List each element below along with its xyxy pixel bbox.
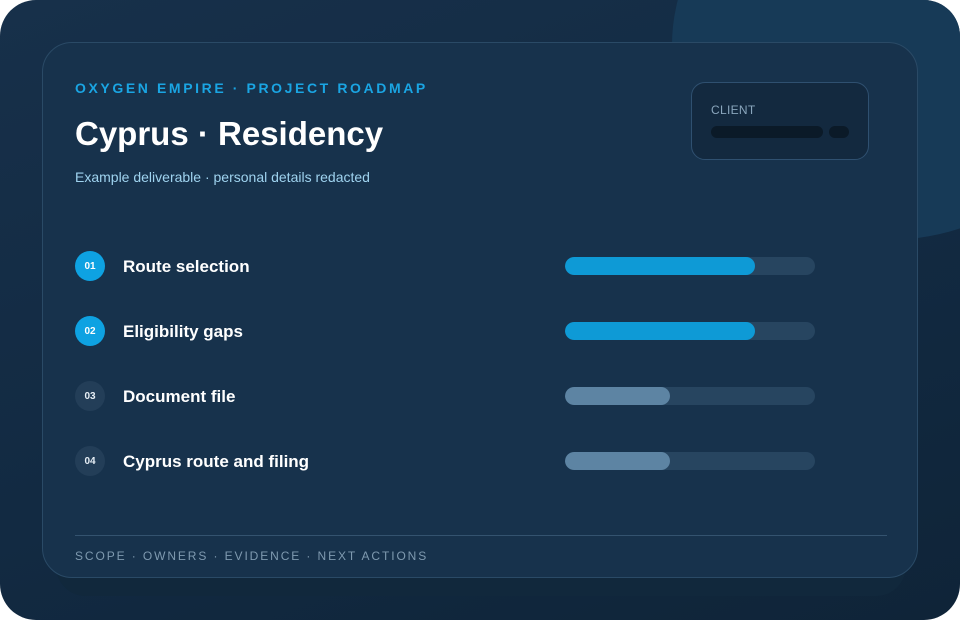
footer-tagline: SCOPE · OWNERS · EVIDENCE · NEXT ACTIONS [75,549,429,563]
footer-divider [75,535,887,536]
progress-track [565,322,815,340]
progress-fill [565,322,755,340]
roadmap-step: 04 Cyprus route and filing [75,446,835,476]
client-panel: CLIENT [691,82,869,160]
step-label: Route selection [123,257,250,276]
roadmap-step: 02 Eligibility gaps [75,316,835,346]
step-number-badge: 04 [75,446,105,476]
step-label: Document file [123,387,236,406]
roadmap-step: 01 Route selection [75,251,835,281]
app-frame: OXYGEN EMPIRE · PROJECT ROADMAP Cyprus ·… [0,0,960,620]
step-label: Cyprus route and filing [123,452,310,471]
page-subtitle: Example deliverable · personal details r… [75,169,370,185]
step-number-badge: 01 [75,251,105,281]
progress-fill [565,452,670,470]
eyebrow-label: OXYGEN EMPIRE · PROJECT ROADMAP [75,80,428,96]
step-number-badge: 02 [75,316,105,346]
page-title: Cyprus · Residency [75,115,384,152]
step-label: Eligibility gaps [123,322,243,341]
progress-fill [565,257,755,275]
redacted-client-id [829,126,849,138]
progress-fill [565,387,670,405]
progress-track [565,452,815,470]
progress-track [565,257,815,275]
roadmap-step: 03 Document file [75,381,835,411]
roadmap-card: OXYGEN EMPIRE · PROJECT ROADMAP Cyprus ·… [42,42,918,578]
client-label: CLIENT [711,103,756,117]
redacted-client-name [711,126,823,138]
step-number-badge: 03 [75,381,105,411]
progress-track [565,387,815,405]
